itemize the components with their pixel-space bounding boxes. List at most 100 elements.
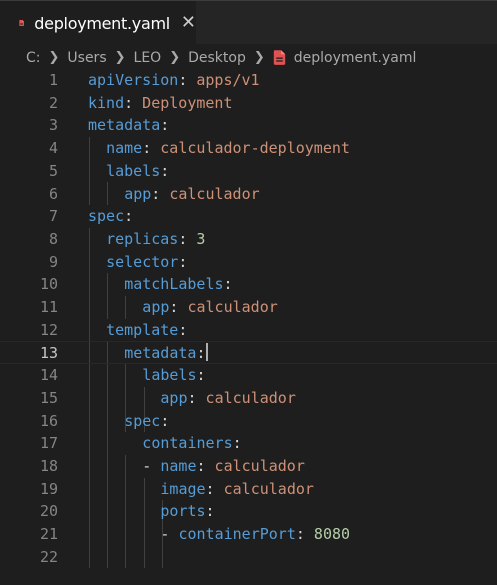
line-number: 18	[39, 456, 58, 475]
chevron-right-icon: ❯	[253, 50, 265, 65]
yaml-key: labels	[142, 366, 197, 385]
line-number: 3	[48, 116, 58, 135]
code-text: labels:	[142, 364, 205, 387]
yaml-colon: :	[223, 275, 233, 294]
breadcrumb-item-file[interactable]: deployment.yaml	[294, 50, 417, 66]
line-number: 10	[39, 275, 58, 294]
code-line[interactable]: 5 labels:	[0, 160, 497, 183]
yaml-value: Deployment	[133, 93, 233, 112]
tab-deployment-yaml[interactable]: deployment.yaml ✕	[0, 1, 196, 45]
code-text: replicas: 3	[106, 228, 205, 251]
code-text: metadata:	[88, 114, 169, 137]
code-text: matchLabels:	[124, 273, 232, 296]
yaml-key: app	[160, 388, 188, 407]
code-text: spec:	[124, 410, 169, 433]
code-text: labels:	[106, 160, 169, 183]
yaml-key: image	[160, 479, 206, 498]
yaml-colon: :	[178, 71, 188, 89]
yaml-key: spec	[124, 411, 161, 430]
line-number: 21	[39, 525, 58, 543]
code-text: - name: calculador	[142, 455, 305, 478]
yaml-key: ports	[160, 502, 206, 521]
breadcrumb-item-users[interactable]: Users	[67, 50, 106, 66]
code-text: metadata:	[124, 342, 205, 365]
line-number: 15	[39, 388, 58, 407]
yaml-colon: :	[178, 320, 188, 339]
code-text: containers:	[142, 432, 241, 455]
yaml-key: template	[106, 320, 179, 339]
code-line[interactable]: 20 ports:	[0, 500, 497, 523]
code-line[interactable]: 7 spec:	[0, 205, 497, 228]
yaml-key: name	[106, 139, 143, 158]
breadcrumb: C: ❯ Users ❯ LEO ❯ Desktop ❯ deployment.…	[0, 44, 497, 71]
yaml-key: selector	[106, 252, 179, 271]
yaml-colon: :	[196, 344, 206, 363]
line-number: 14	[39, 366, 58, 385]
code-line[interactable]: 16 spec:	[0, 410, 497, 433]
yaml-colon: :	[196, 366, 206, 385]
code-line[interactable]: 12 template:	[0, 319, 497, 342]
line-number: 19	[39, 479, 58, 498]
code-line[interactable]: 10 matchLabels:	[0, 273, 497, 296]
yaml-key: matchLabels	[124, 275, 224, 294]
line-number: 12	[39, 320, 58, 339]
code-line[interactable]: 11 app: calculador	[0, 296, 497, 319]
code-line[interactable]: 18 - name: calculador	[0, 455, 497, 478]
code-line[interactable]: 1 apiVersion: apps/v1	[0, 69, 497, 92]
code-text: kind: Deployment	[88, 92, 233, 115]
yaml-colon: :	[160, 116, 170, 135]
chevron-right-icon: ❯	[48, 50, 60, 65]
tab-label: deployment.yaml	[34, 13, 170, 33]
yaml-dash: -	[160, 525, 179, 543]
code-line[interactable]: 4 name: calculador-deployment	[0, 137, 497, 160]
line-number: 8	[48, 229, 58, 248]
code-line[interactable]: 17 containers:	[0, 432, 497, 455]
code-line[interactable]: 9 selector:	[0, 251, 497, 274]
yaml-colon: :	[160, 411, 170, 430]
breadcrumb-item-desktop[interactable]: Desktop	[188, 50, 246, 66]
code-line[interactable]: 14 labels:	[0, 364, 497, 387]
line-number: 11	[39, 298, 58, 316]
yaml-key: containers	[142, 434, 233, 453]
code-line[interactable]: 15 app: calculador	[0, 387, 497, 410]
yaml-value: calculador	[160, 184, 260, 203]
breadcrumb-item-leo[interactable]: LEO	[134, 50, 162, 66]
yaml-colon: :	[124, 93, 134, 112]
code-line[interactable]: 3 metadata:	[0, 114, 497, 137]
yaml-colon: :	[205, 479, 215, 498]
yaml-value: calculador	[196, 388, 296, 407]
code-text: app: calculador	[124, 183, 259, 206]
yaml-colon: :	[295, 525, 305, 543]
yaml-key: metadata	[124, 344, 197, 363]
yaml-colon: :	[205, 502, 215, 521]
line-number: 13	[39, 344, 58, 363]
line-number: 9	[48, 252, 58, 271]
code-line[interactable]: 19 image: calculador	[0, 478, 497, 501]
code-line[interactable]: 13 metadata:	[0, 341, 497, 365]
yaml-key: apiVersion	[88, 71, 179, 89]
code-line[interactable]: 6 app: calculador	[0, 183, 497, 206]
yaml-file-icon	[19, 20, 24, 26]
yaml-key: containerPort	[178, 525, 296, 543]
code-line[interactable]: 2 kind: Deployment	[0, 92, 497, 115]
tab-bar: deployment.yaml ✕	[0, 0, 497, 45]
code-line[interactable]: 21 - containerPort: 8080	[0, 523, 497, 546]
yaml-colon: :	[160, 161, 170, 180]
yaml-colon: :	[232, 434, 242, 453]
yaml-value: calculador	[205, 456, 305, 475]
code-line[interactable]: 22	[0, 546, 497, 569]
yaml-key: spec	[88, 207, 125, 226]
code-text: spec:	[88, 205, 133, 228]
yaml-key: app	[142, 298, 170, 316]
code-text: image: calculador	[160, 478, 314, 501]
yaml-key: app	[124, 184, 152, 203]
yaml-colon: :	[151, 184, 161, 203]
breadcrumb-item-drive[interactable]: C:	[26, 50, 41, 66]
yaml-number: 8080	[304, 525, 351, 543]
code-line[interactable]: 8 replicas: 3	[0, 228, 497, 251]
yaml-value: calculador	[214, 479, 314, 498]
line-number: 16	[39, 411, 58, 430]
code-text: ports:	[160, 500, 214, 523]
close-icon[interactable]: ✕	[181, 14, 196, 32]
code-editor[interactable]: 1 apiVersion: apps/v1 2 kind: Deployment 3 me…	[0, 69, 497, 585]
